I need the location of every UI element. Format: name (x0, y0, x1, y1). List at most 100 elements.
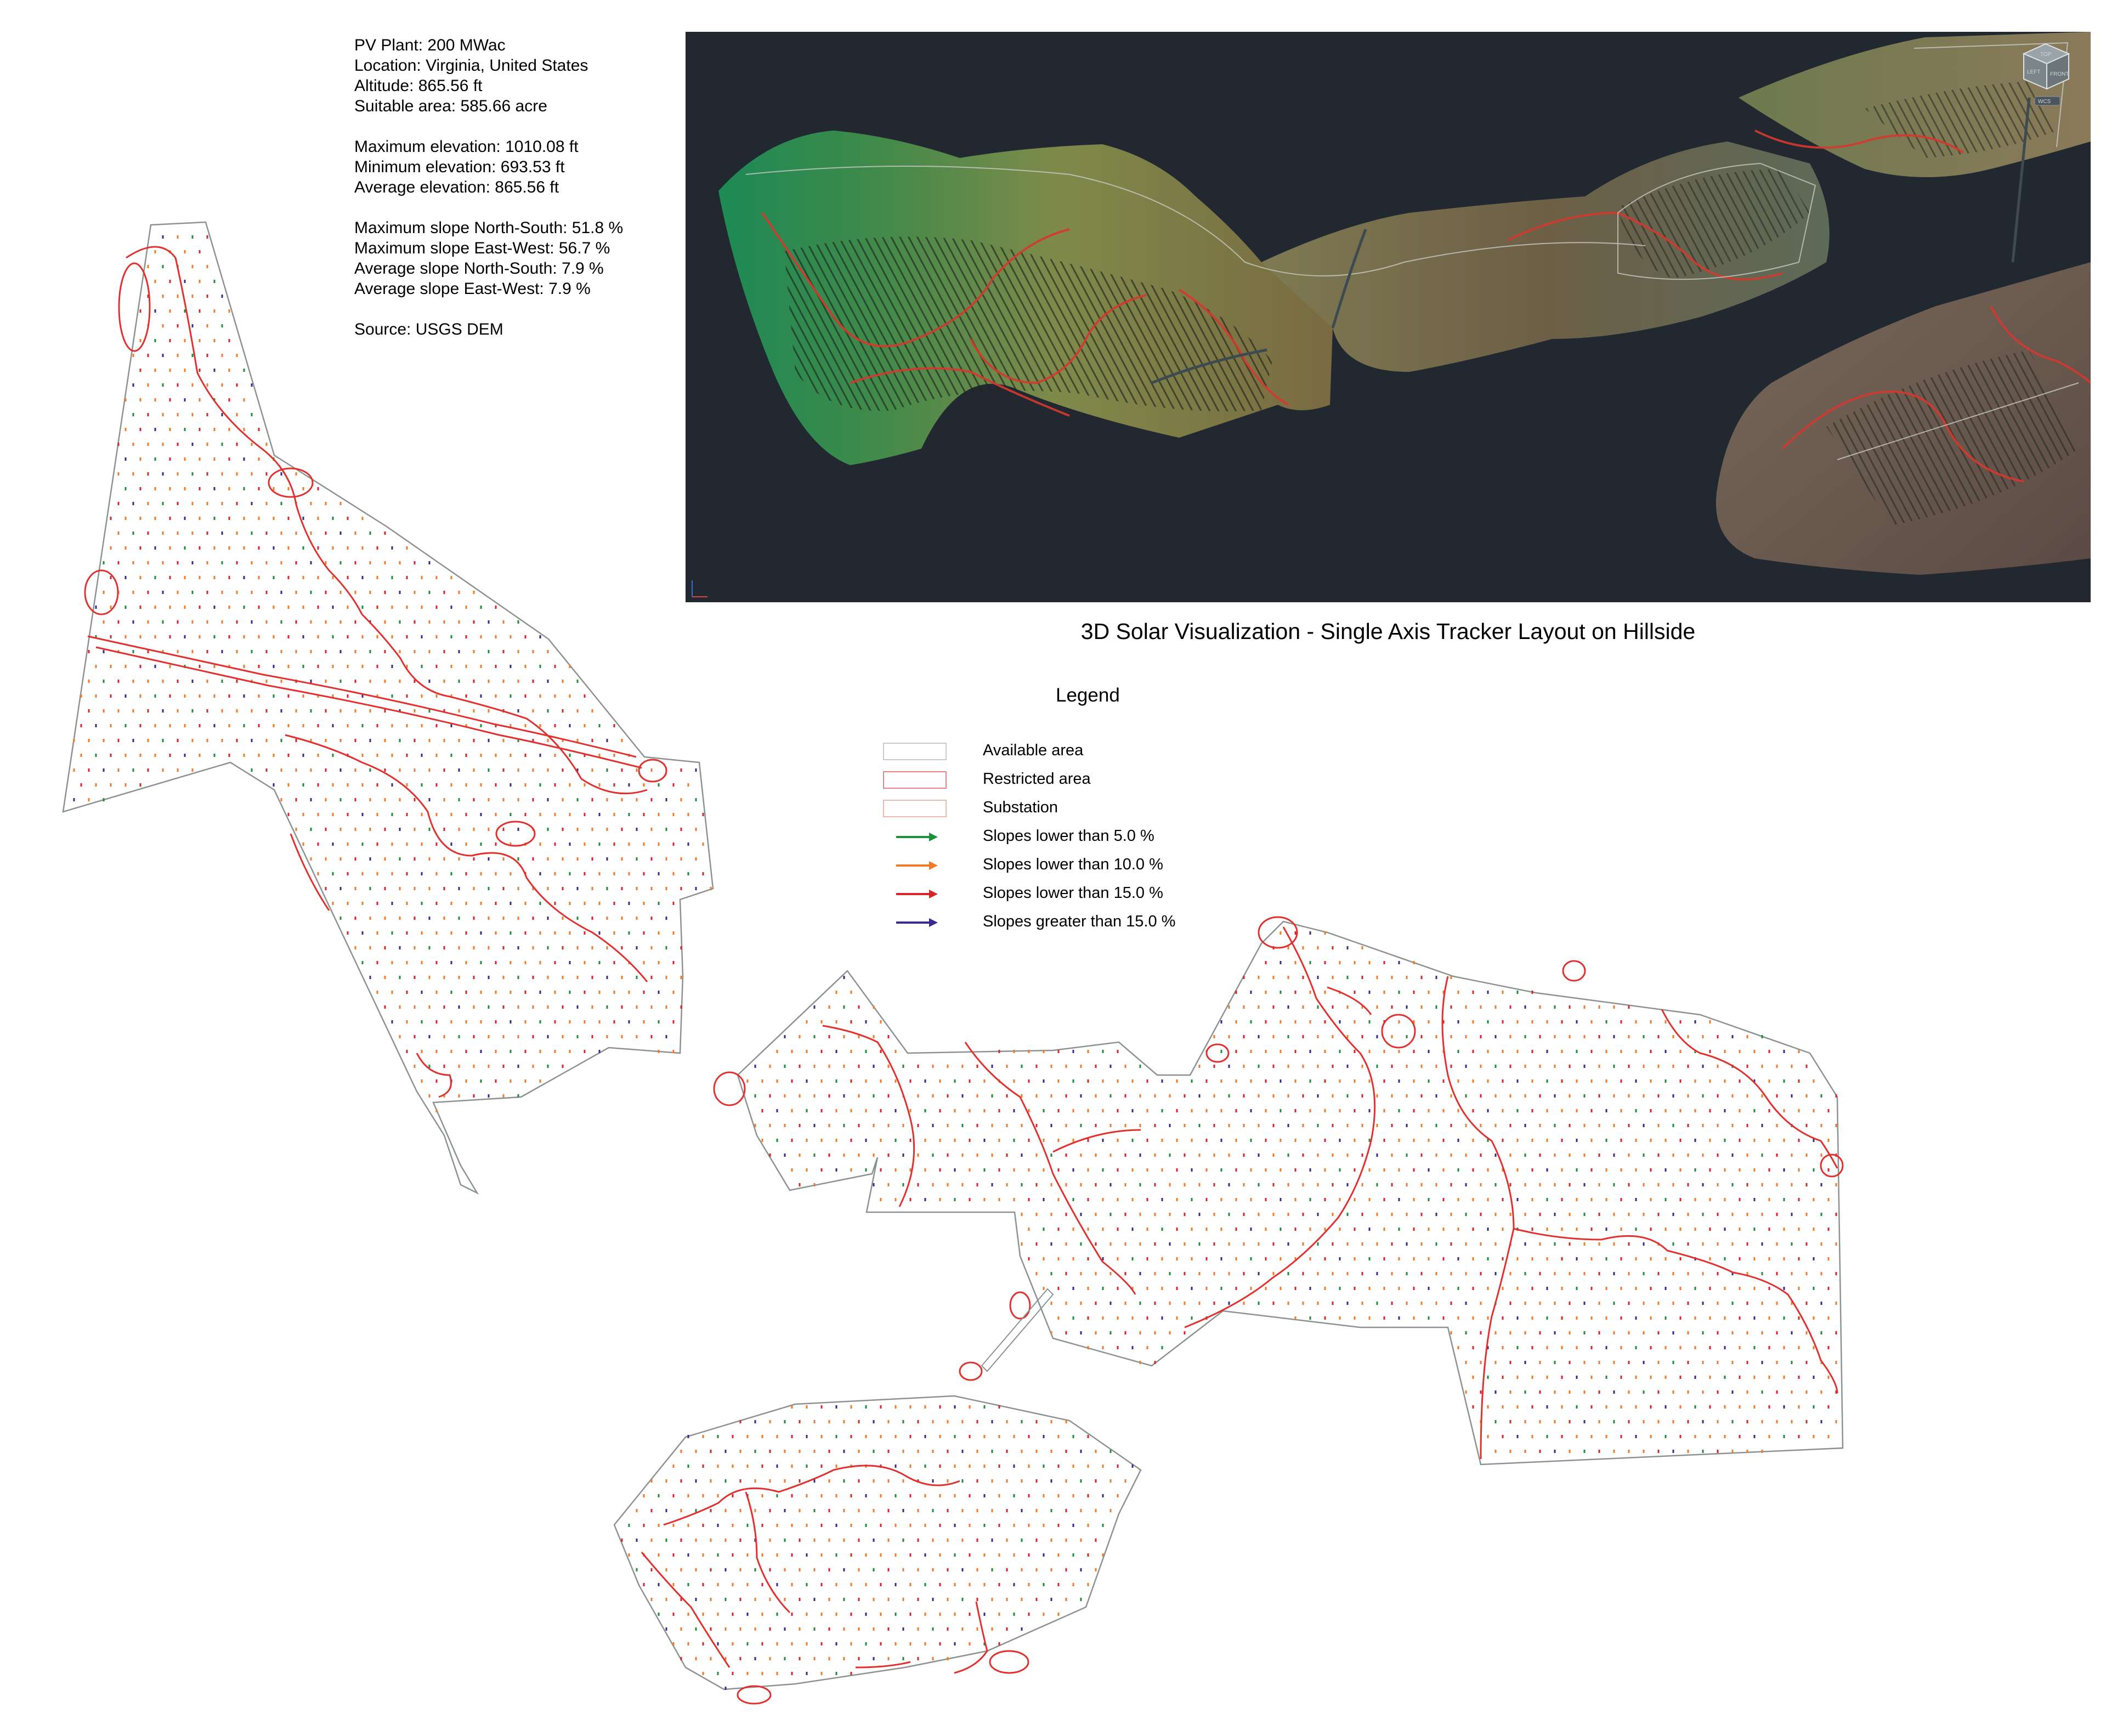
tracker-mark (976, 1568, 978, 1571)
tracker-mark (206, 265, 208, 268)
tracker-mark (1635, 1346, 1637, 1349)
tracker-mark (1028, 1257, 1030, 1260)
tracker-mark (428, 709, 431, 713)
tracker-mark (428, 1005, 431, 1009)
tracker-mark (1265, 1050, 1267, 1053)
tracker-mark (369, 709, 371, 713)
tracker-mark (450, 902, 452, 905)
tracker-mark (939, 1583, 941, 1586)
tracker-mark (606, 857, 608, 861)
tracker-mark (1487, 1316, 1489, 1320)
tracker-mark (1509, 1183, 1511, 1186)
tracker-mark (1013, 1198, 1015, 1201)
tracker-mark (1021, 1598, 1023, 1601)
tracker-mark (1124, 1153, 1126, 1157)
tracker-mark (939, 1613, 941, 1616)
tracker-mark (1146, 1257, 1148, 1260)
tracker-mark (1672, 1094, 1674, 1098)
tracker-mark (243, 606, 245, 609)
tracker-mark (325, 502, 327, 505)
tracker-mark (969, 1139, 971, 1142)
tracker-mark (939, 1198, 941, 1201)
tracker-mark (1590, 1079, 1593, 1083)
tracker-mark (887, 1094, 890, 1098)
tracker-mark (376, 546, 378, 550)
tracker-mark (1198, 1153, 1201, 1157)
tracker-mark (1739, 1079, 1741, 1083)
tracker-mark (310, 620, 312, 624)
tracker-mark (213, 635, 216, 638)
tracker-mark (1294, 1079, 1297, 1083)
tracker-mark (139, 606, 141, 609)
tracker-mark (1332, 976, 1334, 979)
tracker-mark (1087, 1257, 1089, 1260)
tracker-mark (332, 872, 334, 875)
tracker-mark (1605, 1109, 1607, 1112)
tracker-mark (1717, 1124, 1719, 1127)
tracker-mark (873, 1094, 875, 1098)
tracker-mark (1820, 1302, 1822, 1305)
tracker-mark (177, 383, 179, 387)
tracker-mark (1028, 1613, 1030, 1616)
tracker-mark (947, 1479, 949, 1483)
tracker-mark (1109, 1242, 1112, 1246)
tracker-mark (554, 783, 556, 787)
tracker-mark (1702, 1272, 1704, 1275)
tracker-mark (680, 1657, 682, 1660)
tracker-mark (1028, 1583, 1030, 1586)
tracker-mark (672, 902, 675, 905)
tracker-mark (1139, 1124, 1141, 1127)
tracker-mark (932, 1183, 934, 1186)
tracker-mark (1583, 1450, 1586, 1453)
tracker-mark (1569, 1065, 1571, 1068)
tracker-mark (1435, 1035, 1437, 1038)
tracker-mark (1317, 1272, 1319, 1275)
tracker-mark (924, 1198, 926, 1201)
tracker-mark (1813, 1405, 1815, 1409)
tracker-mark (1494, 1213, 1497, 1216)
tracker-mark (502, 1065, 505, 1068)
tracker-mark (1805, 1094, 1808, 1098)
tracker-mark (154, 576, 156, 579)
tracker-mark (376, 635, 378, 638)
tracker-mark (917, 1065, 919, 1068)
tracker-mark (251, 739, 253, 742)
tracker-mark (147, 739, 149, 742)
tracker-mark (124, 606, 127, 609)
tracker-mark (524, 1079, 526, 1083)
tracker-mark (399, 680, 401, 683)
tracker-mark (1131, 1139, 1134, 1142)
tracker-mark (1628, 1361, 1630, 1364)
tracker-mark (665, 1479, 667, 1483)
tracker-mark (1191, 1198, 1193, 1201)
tracker-mark (1154, 1183, 1156, 1186)
tracker-mark (354, 857, 356, 861)
tracker-mark (1324, 1198, 1326, 1201)
tracker-mark (465, 872, 467, 875)
tracker-mark (317, 487, 319, 490)
tracker-mark (1827, 1139, 1830, 1142)
tracker-mark (1346, 1094, 1349, 1098)
tracker-mark (1561, 1405, 1563, 1409)
tracker-mark (369, 946, 371, 949)
tracker-mark (1006, 1479, 1008, 1483)
tracker-mark (998, 1464, 1000, 1468)
tracker-mark (672, 961, 675, 964)
parcel-east-boundary (737, 920, 1844, 1466)
tracker-mark (177, 680, 179, 683)
tracker-mark (1702, 1124, 1704, 1127)
tracker-mark (554, 754, 556, 757)
tracker-mark (473, 946, 475, 949)
tracker-mark (806, 1583, 808, 1586)
tracker-mark (1413, 961, 1415, 964)
tracker-mark (1398, 961, 1400, 964)
tracker-mark (1243, 976, 1245, 979)
tracker-mark (1835, 1302, 1837, 1305)
tracker-mark (858, 1539, 860, 1542)
tracker-mark (828, 1065, 830, 1068)
tracker-mark (1702, 1302, 1704, 1305)
tracker-mark (621, 857, 623, 861)
tracker-mark (1590, 1050, 1593, 1053)
tracker-mark (1613, 1065, 1615, 1068)
tracker-mark (739, 1509, 741, 1512)
